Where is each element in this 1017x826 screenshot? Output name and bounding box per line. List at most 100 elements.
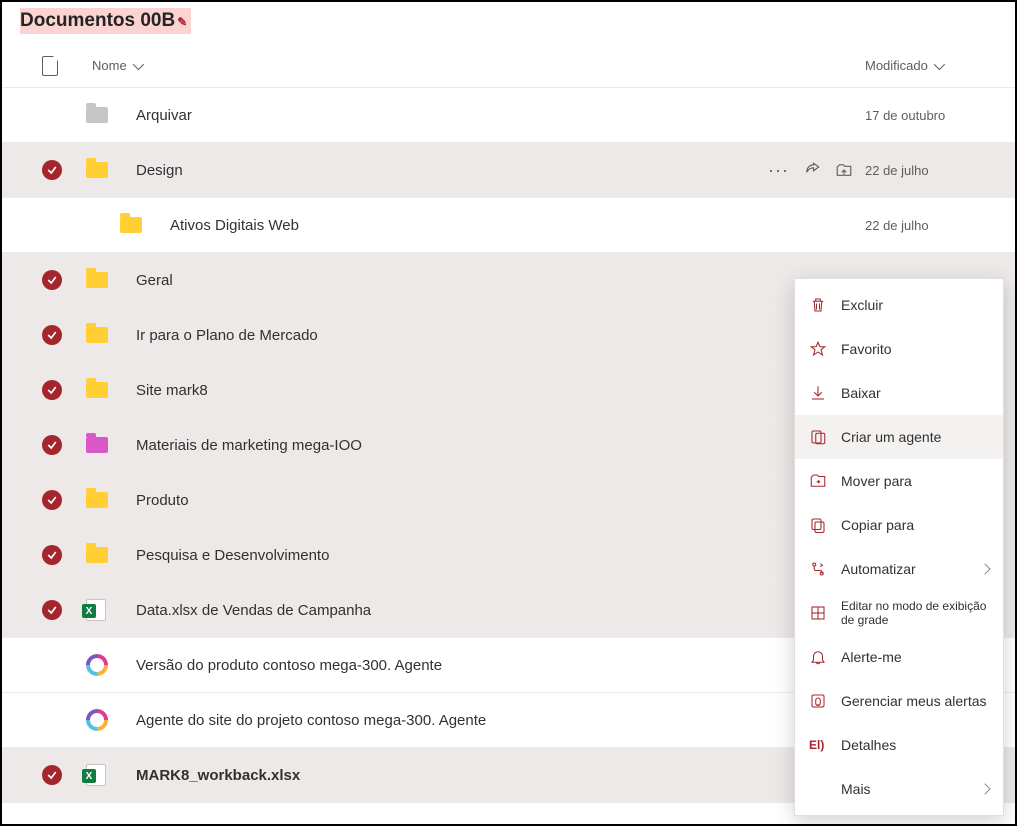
details-icon: El)	[809, 738, 827, 752]
ctx-agent[interactable]: Criar um agente	[795, 415, 1003, 459]
ctx-grid[interactable]: Editar no modo de exibição de grade	[795, 591, 1003, 635]
column-header-row: Nome Modificado	[2, 44, 1015, 88]
title-edit-caret: ✎	[177, 15, 187, 29]
row-select-check[interactable]	[42, 270, 62, 290]
row-name[interactable]: Geral	[136, 272, 832, 289]
header-modified-label: Modificado	[865, 58, 928, 73]
header-modified[interactable]: Modificado	[865, 58, 995, 73]
excel-icon	[86, 599, 106, 621]
star-icon	[809, 340, 827, 358]
folder-icon	[120, 217, 142, 233]
app-frame: Documentos 00B✎ Nome Modificado Arquivar…	[0, 0, 1017, 826]
folder-icon	[86, 437, 108, 453]
ctx-alert[interactable]: Alerte-me	[795, 635, 1003, 679]
library-title-bar: Documentos 00B✎	[2, 2, 1015, 44]
bell-icon	[809, 648, 827, 666]
ctx-label: Criar um agente	[841, 429, 941, 445]
row-name[interactable]: Arquivar	[136, 107, 853, 124]
row-select-check[interactable]	[42, 545, 62, 565]
add-shortcut-icon[interactable]	[835, 161, 853, 179]
ctx-move[interactable]: Mover para	[795, 459, 1003, 503]
share-icon[interactable]	[803, 161, 821, 179]
header-name-label: Nome	[92, 58, 127, 73]
row-icon	[86, 327, 136, 343]
ctx-label: Favorito	[841, 341, 892, 357]
row-name[interactable]: Agente do site do projeto contoso mega-3…	[136, 712, 853, 729]
row-modified: 22 de julho	[865, 163, 995, 178]
file-row[interactable]: Arquivar17 de outubro	[2, 88, 1015, 143]
agent-icon	[809, 428, 827, 446]
row-icon	[86, 764, 136, 786]
row-icon	[86, 217, 170, 233]
row-name[interactable]: Data.xlsx de Vendas de Campanha	[136, 602, 853, 619]
ctx-automate[interactable]: Automatizar	[795, 547, 1003, 591]
row-icon	[86, 437, 136, 453]
row-actions: ···	[768, 161, 853, 179]
row-select-check[interactable]	[42, 490, 62, 510]
library-title-text: Documentos 00B	[20, 10, 175, 31]
trash-icon	[809, 296, 827, 314]
copy-icon	[809, 516, 827, 534]
file-type-icon	[42, 56, 58, 76]
row-name[interactable]: Ir para o Plano de Mercado	[136, 327, 832, 344]
row-icon	[86, 654, 136, 676]
file-row[interactable]: Ativos Digitais Web22 de julho	[2, 198, 1015, 253]
chevron-down-icon	[934, 58, 945, 69]
alerts-icon	[809, 692, 827, 710]
folder-icon	[86, 327, 108, 343]
library-title[interactable]: Documentos 00B✎	[20, 8, 191, 34]
ctx-delete[interactable]: Excluir	[795, 283, 1003, 327]
ctx-label: Excluir	[841, 297, 883, 313]
row-more-actions[interactable]: ···	[768, 161, 789, 179]
context-menu: Excluir Favorito Baixar Criar um agente Move…	[794, 278, 1004, 816]
ctx-more[interactable]: Mais	[795, 767, 1003, 811]
row-select-check[interactable]	[42, 435, 62, 455]
row-name[interactable]: Pesquisa e Desenvolvimento	[136, 547, 832, 564]
chevron-right-icon	[979, 563, 990, 574]
grid-icon	[809, 604, 827, 622]
row-select-check[interactable]	[42, 765, 62, 785]
row-icon	[86, 709, 136, 731]
ctx-copy[interactable]: Copiar para	[795, 503, 1003, 547]
row-name[interactable]: Materiais de marketing mega-IOO	[136, 437, 832, 454]
row-icon	[86, 382, 136, 398]
folder-arrow-icon	[809, 472, 827, 490]
folder-icon	[86, 547, 108, 563]
copilot-agent-icon	[86, 709, 108, 731]
row-icon	[86, 547, 136, 563]
folder-icon	[86, 107, 108, 123]
chevron-down-icon	[132, 58, 143, 69]
ctx-label: Gerenciar meus alertas	[841, 693, 987, 709]
row-name[interactable]: Produto	[136, 492, 832, 509]
folder-icon	[86, 272, 108, 288]
row-name[interactable]: Site mark8	[136, 382, 832, 399]
header-file-icon[interactable]	[42, 56, 92, 76]
ctx-alerts[interactable]: Gerenciar meus alertas	[795, 679, 1003, 723]
ctx-download[interactable]: Baixar	[795, 371, 1003, 415]
ctx-favorite[interactable]: Favorito	[795, 327, 1003, 371]
row-name[interactable]: Ativos Digitais Web	[170, 217, 853, 234]
row-icon	[86, 272, 136, 288]
row-select-check[interactable]	[42, 160, 62, 180]
row-icon	[86, 492, 136, 508]
flow-icon	[809, 560, 827, 578]
folder-icon	[86, 162, 108, 178]
ctx-label: Detalhes	[841, 737, 896, 753]
row-name[interactable]: Versão do produto contoso mega-300. Agen…	[136, 657, 853, 674]
ctx-label: Mover para	[841, 473, 912, 489]
ctx-label: Mais	[841, 781, 871, 797]
ctx-details[interactable]: El) Detalhes	[795, 723, 1003, 767]
row-name[interactable]: MARK8_workback.xlsx	[136, 767, 853, 784]
row-select-check[interactable]	[42, 325, 62, 345]
ctx-label: Alerte-me	[841, 649, 902, 665]
row-icon	[86, 162, 136, 178]
ctx-label: Baixar	[841, 385, 881, 401]
row-select-check[interactable]	[42, 600, 62, 620]
row-name[interactable]: Design	[136, 162, 768, 179]
file-row[interactable]: Design··· 22 de julho	[2, 143, 1015, 198]
excel-icon	[86, 764, 106, 786]
row-select-check[interactable]	[42, 380, 62, 400]
header-name[interactable]: Nome	[92, 58, 865, 73]
chevron-right-icon	[979, 783, 990, 794]
row-icon	[86, 599, 136, 621]
